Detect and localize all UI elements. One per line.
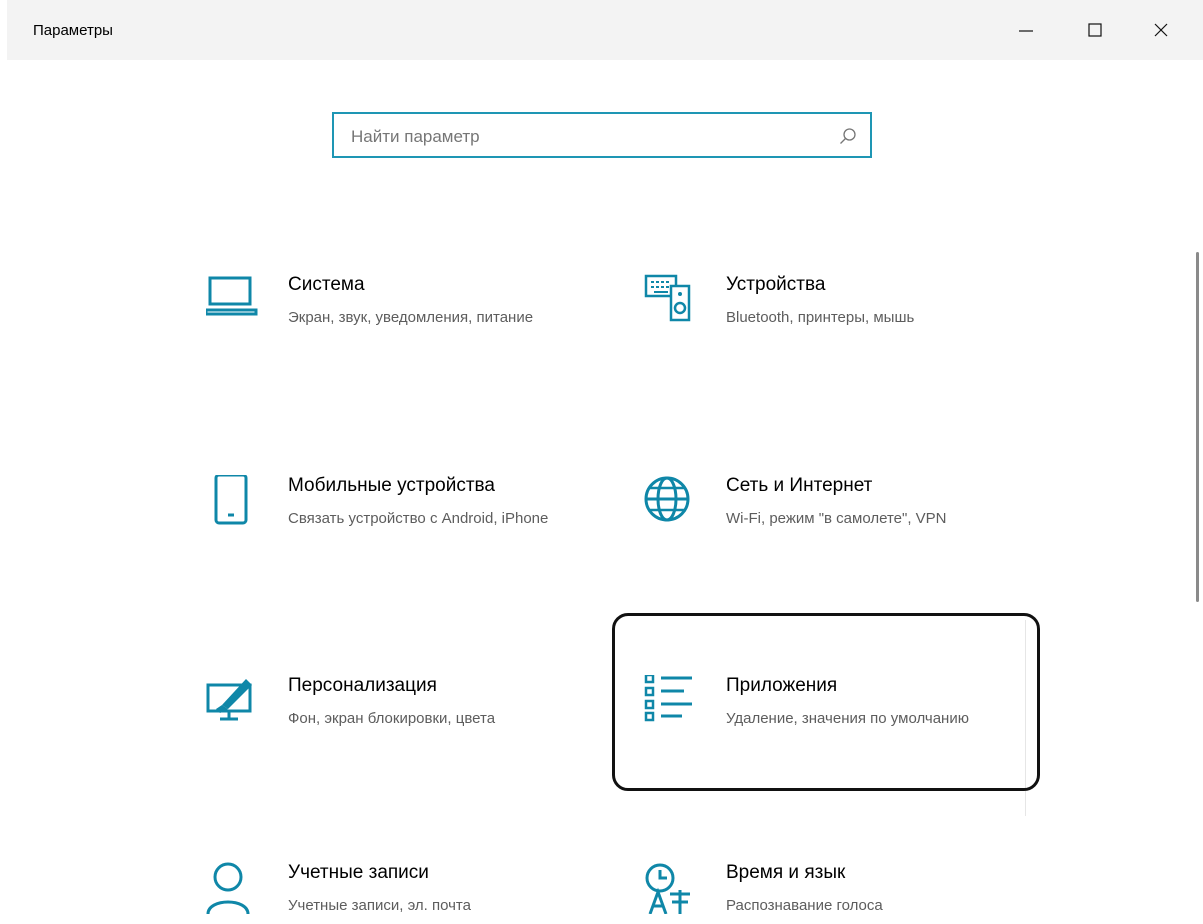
tile-network-title: Сеть и Интернет bbox=[726, 475, 873, 496]
minimize-icon bbox=[1019, 30, 1033, 32]
close-icon bbox=[1154, 23, 1168, 37]
maximize-icon bbox=[1088, 23, 1102, 37]
apps-list-icon bbox=[644, 675, 692, 722]
tile-devices-title: Устройства bbox=[726, 274, 826, 295]
tile-apps-title: Приложения bbox=[726, 675, 838, 696]
phone-icon bbox=[214, 475, 248, 525]
time-language-icon bbox=[645, 863, 690, 914]
close-button[interactable] bbox=[1138, 10, 1184, 50]
tile-mobile-devices[interactable]: Мобильные устройства Связать устройство … bbox=[206, 475, 586, 575]
personalization-icon bbox=[206, 679, 252, 721]
window-title: Параметры bbox=[33, 22, 113, 39]
tile-personalization-desc: Фон, экран блокировки, цвета bbox=[288, 710, 496, 727]
minimize-button[interactable] bbox=[1003, 10, 1049, 50]
tile-accounts[interactable]: Учетные записи Учетные записи, эл. почта bbox=[206, 862, 586, 924]
globe-icon bbox=[644, 476, 690, 522]
tile-apps[interactable]: Приложения Удаление, значения по умолчан… bbox=[644, 675, 1024, 775]
tile-system[interactable]: Система Экран, звук, уведомления, питани… bbox=[206, 274, 586, 374]
tile-accounts-title: Учетные записи bbox=[288, 862, 429, 883]
tile-apps-hover-edge bbox=[1025, 620, 1026, 816]
scrollbar[interactable] bbox=[1196, 252, 1199, 602]
search-input[interactable]: Найти параметр bbox=[332, 112, 872, 158]
maximize-button[interactable] bbox=[1072, 10, 1118, 50]
tile-network-desc: Wi-Fi, режим "в самолете", VPN bbox=[726, 510, 947, 527]
tile-system-title: Система bbox=[288, 274, 365, 295]
tile-time-language-desc: Распознавание голоса bbox=[726, 897, 883, 914]
tile-mobile-devices-title: Мобильные устройства bbox=[288, 475, 495, 496]
title-bar: Параметры bbox=[7, 0, 1203, 60]
search-icon[interactable] bbox=[839, 127, 857, 145]
devices-icon bbox=[644, 274, 691, 322]
tile-network[interactable]: Сеть и Интернет Wi-Fi, режим "в самолете… bbox=[644, 475, 1024, 575]
tile-accounts-desc: Учетные записи, эл. почта bbox=[288, 897, 471, 914]
laptop-icon bbox=[206, 276, 258, 316]
tile-apps-desc: Удаление, значения по умолчанию bbox=[726, 710, 969, 727]
person-icon bbox=[206, 862, 250, 914]
tile-personalization[interactable]: Персонализация Фон, экран блокировки, цв… bbox=[206, 675, 586, 775]
tile-system-desc: Экран, звук, уведомления, питание bbox=[288, 309, 534, 326]
tile-time-language[interactable]: Время и язык Распознавание голоса bbox=[644, 862, 1024, 924]
tile-time-language-title: Время и язык bbox=[726, 862, 846, 883]
tile-mobile-devices-desc: Связать устройство с Android, iPhone bbox=[288, 510, 549, 527]
tile-devices-desc: Bluetooth, принтеры, мышь bbox=[726, 309, 915, 326]
search-placeholder: Найти параметр bbox=[351, 127, 480, 146]
tile-personalization-title: Персонализация bbox=[288, 675, 437, 696]
tile-devices[interactable]: Устройства Bluetooth, принтеры, мышь bbox=[644, 274, 1024, 374]
